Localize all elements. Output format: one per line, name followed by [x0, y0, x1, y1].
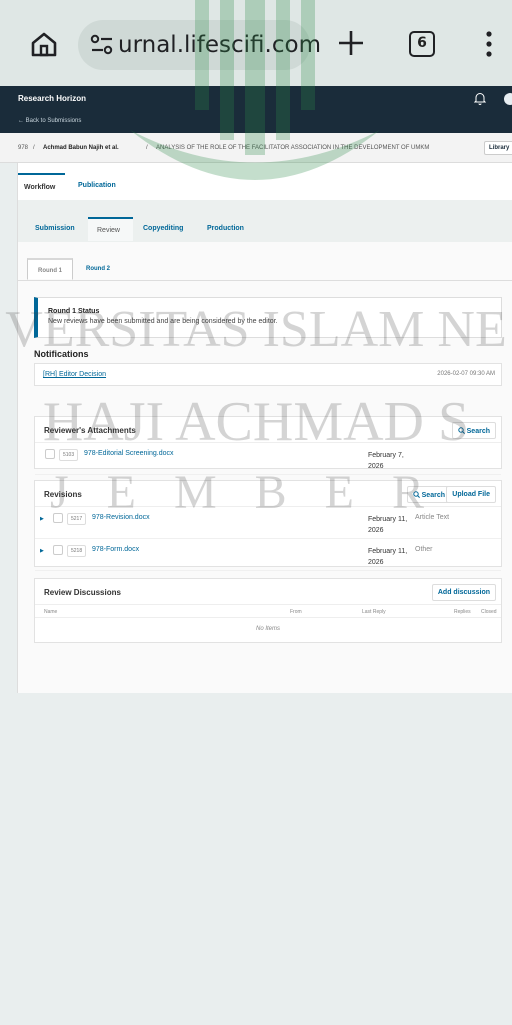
file-type: Article Text — [415, 514, 450, 521]
file-type: Other — [415, 546, 433, 553]
file-row: ▶ 5218 978-Form.docx February 11, 2026 O… — [35, 539, 501, 571]
expand-row-icon[interactable]: ▶ — [40, 548, 44, 554]
stage-area: Submission Review Copyediting Production… — [18, 200, 512, 693]
breadcrumb-submission-id: 978 — [18, 145, 29, 151]
reviewer-attachments-title: Reviewer's Attachments — [44, 426, 136, 435]
notifications-heading: Notifications — [34, 349, 89, 359]
review-stage-panel: Round 1 Round 2 Round 1 Status New revie… — [18, 242, 512, 693]
workflow-panel: Workflow Publication Submission Review C… — [17, 163, 512, 693]
revisions-search-button[interactable]: Search — [406, 486, 451, 503]
search-label: Search — [466, 428, 490, 435]
search-label: Search — [421, 492, 445, 499]
round-status-box: Round 1 Status New reviews have been sub… — [34, 297, 502, 338]
tab-submission[interactable]: Submission — [35, 217, 75, 241]
address-bar[interactable]: urnal.lifescifi.com — [78, 20, 321, 70]
tab-round-1[interactable]: Round 1 — [27, 258, 73, 280]
breadcrumb-separator: / — [146, 145, 148, 151]
grid-header: Reviewer's Attachments Search — [35, 417, 501, 443]
file-row: ▶ 5217 978-Revision.docx February 11, 20… — [35, 507, 501, 539]
file-row: 5103 978-Editorial Screening.docx Februa… — [35, 443, 501, 475]
notification-bell-icon[interactable] — [474, 92, 486, 105]
notification-item: [RH] Editor Decision 2026-02-07 09:30 AM — [34, 363, 502, 386]
discussion-column-headers: Name From Last Reply Replies Closed — [35, 605, 501, 618]
tab-production[interactable]: Production — [207, 217, 244, 241]
column-from[interactable]: From — [290, 609, 302, 615]
reviewer-attachments-grid: Reviewer's Attachments Search 5103 978-E… — [34, 416, 502, 475]
round-content: Round 1 Status New reviews have been sub… — [18, 280, 512, 693]
round-status-text: New reviews have been submitted and are … — [48, 318, 278, 325]
user-avatar[interactable] — [504, 93, 512, 105]
column-name[interactable]: Name — [44, 609, 57, 615]
expand-row-icon[interactable]: ▶ — [40, 516, 44, 522]
tab-review[interactable]: Review — [88, 217, 133, 241]
file-id: 5103 — [59, 449, 79, 461]
add-discussion-button[interactable]: Add discussion — [431, 584, 496, 601]
site-settings-icon[interactable] — [90, 34, 114, 56]
library-button[interactable]: Library — [484, 141, 512, 155]
grid-header: Review Discussions Add discussion — [35, 579, 501, 605]
browser-toolbar: urnal.lifescifi.com 6 — [0, 0, 512, 86]
revisions-title: Revisions — [44, 490, 82, 499]
column-last-reply[interactable]: Last Reply — [362, 609, 386, 615]
file-date: February 7, 2026 — [368, 452, 404, 470]
tab-round-2[interactable]: Round 2 — [86, 258, 110, 280]
new-tab-icon[interactable] — [336, 28, 366, 58]
file-date: February 11, 2026 — [368, 548, 408, 566]
revisions-grid: Revisions Search Upload File ▶ 5217 978-… — [34, 480, 502, 571]
attachments-search-button[interactable]: Search — [451, 422, 496, 439]
file-link[interactable]: 978-Form.docx — [92, 546, 139, 553]
review-discussions-grid: Review Discussions Add discussion Name F… — [34, 578, 502, 643]
file-id: 5217 — [67, 513, 87, 525]
search-icon — [412, 491, 420, 498]
file-doc-icon — [53, 513, 63, 523]
editor-decision-link[interactable]: [RH] Editor Decision — [43, 371, 106, 378]
breadcrumb-title: ANALYSIS OF THE ROLE OF THE FACILITATOR … — [156, 145, 430, 151]
column-replies[interactable]: Replies — [454, 609, 471, 615]
review-discussions-title: Review Discussions — [44, 588, 121, 597]
round-status-title: Round 1 Status — [48, 308, 100, 315]
tab-copyediting[interactable]: Copyediting — [143, 217, 183, 241]
app-header: Research Horizon ← Back to Submissions — [0, 86, 512, 133]
breadcrumb-author: Achmad Babun Najih et al. — [43, 145, 119, 151]
file-id: 5218 — [67, 545, 87, 557]
notification-date: 2026-02-07 09:30 AM — [437, 371, 495, 377]
tab-workflow[interactable]: Workflow — [18, 173, 65, 200]
home-icon[interactable] — [30, 30, 58, 58]
column-closed[interactable]: Closed — [481, 609, 497, 615]
tab-switcher-button[interactable]: 6 — [409, 31, 435, 57]
breadcrumb: 978 / Achmad Babun Najih et al. / ANALYS… — [0, 133, 512, 163]
more-menu-icon[interactable] — [486, 31, 492, 57]
file-link[interactable]: 978-Editorial Screening.docx — [84, 450, 174, 457]
upload-file-button[interactable]: Upload File — [446, 486, 496, 503]
empty-state: No Items — [255, 626, 280, 632]
breadcrumb-separator: / — [33, 145, 35, 151]
url-text: urnal.lifescifi.com — [118, 32, 321, 58]
file-link[interactable]: 978-Revision.docx — [92, 514, 150, 521]
file-date: February 11, 2026 — [368, 516, 408, 534]
tab-publication[interactable]: Publication — [78, 173, 116, 200]
file-doc-icon — [53, 545, 63, 555]
file-doc-icon — [45, 449, 55, 459]
site-title[interactable]: Research Horizon — [18, 94, 86, 103]
grid-header: Revisions Search Upload File — [35, 481, 501, 507]
search-icon — [457, 427, 465, 434]
back-to-submissions-link[interactable]: ← Back to Submissions — [18, 118, 81, 124]
